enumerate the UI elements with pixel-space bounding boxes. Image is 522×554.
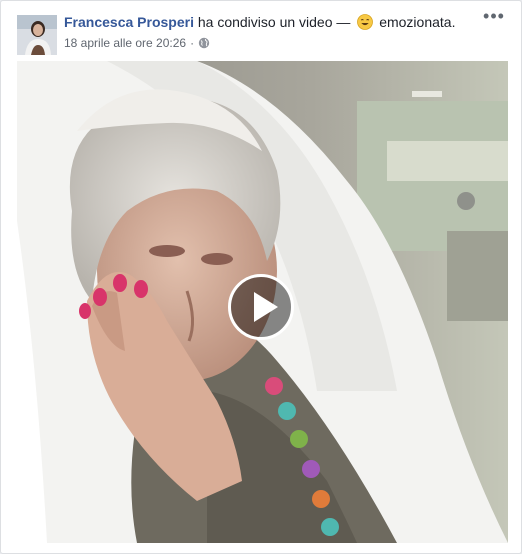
post-meta: Francesca Prosperi ha condiviso un video… [64,13,481,51]
post-action-text: ha condiviso un video [197,14,333,30]
post-headline: Francesca Prosperi ha condiviso un video… [64,13,481,31]
post-timestamp[interactable]: 18 aprile alle ore 20:26 [64,36,186,50]
avatar[interactable] [17,15,57,55]
smiling-face-icon [357,14,374,30]
globe-icon[interactable] [198,37,210,49]
feeling-text: emozionata. [379,14,456,30]
separator-dash: — [336,14,351,30]
video-player[interactable] [17,61,508,543]
post-options-button[interactable]: ••• [483,7,505,27]
post-header: Francesca Prosperi ha condiviso un video… [17,7,505,55]
post-card: Francesca Prosperi ha condiviso un video… [0,0,522,554]
post-subline: 18 aprile alle ore 20:26 · [64,35,481,51]
play-icon [254,292,278,322]
author-name-link[interactable]: Francesca Prosperi [64,14,194,30]
play-button[interactable] [228,274,294,340]
dot-separator: · [190,36,195,50]
